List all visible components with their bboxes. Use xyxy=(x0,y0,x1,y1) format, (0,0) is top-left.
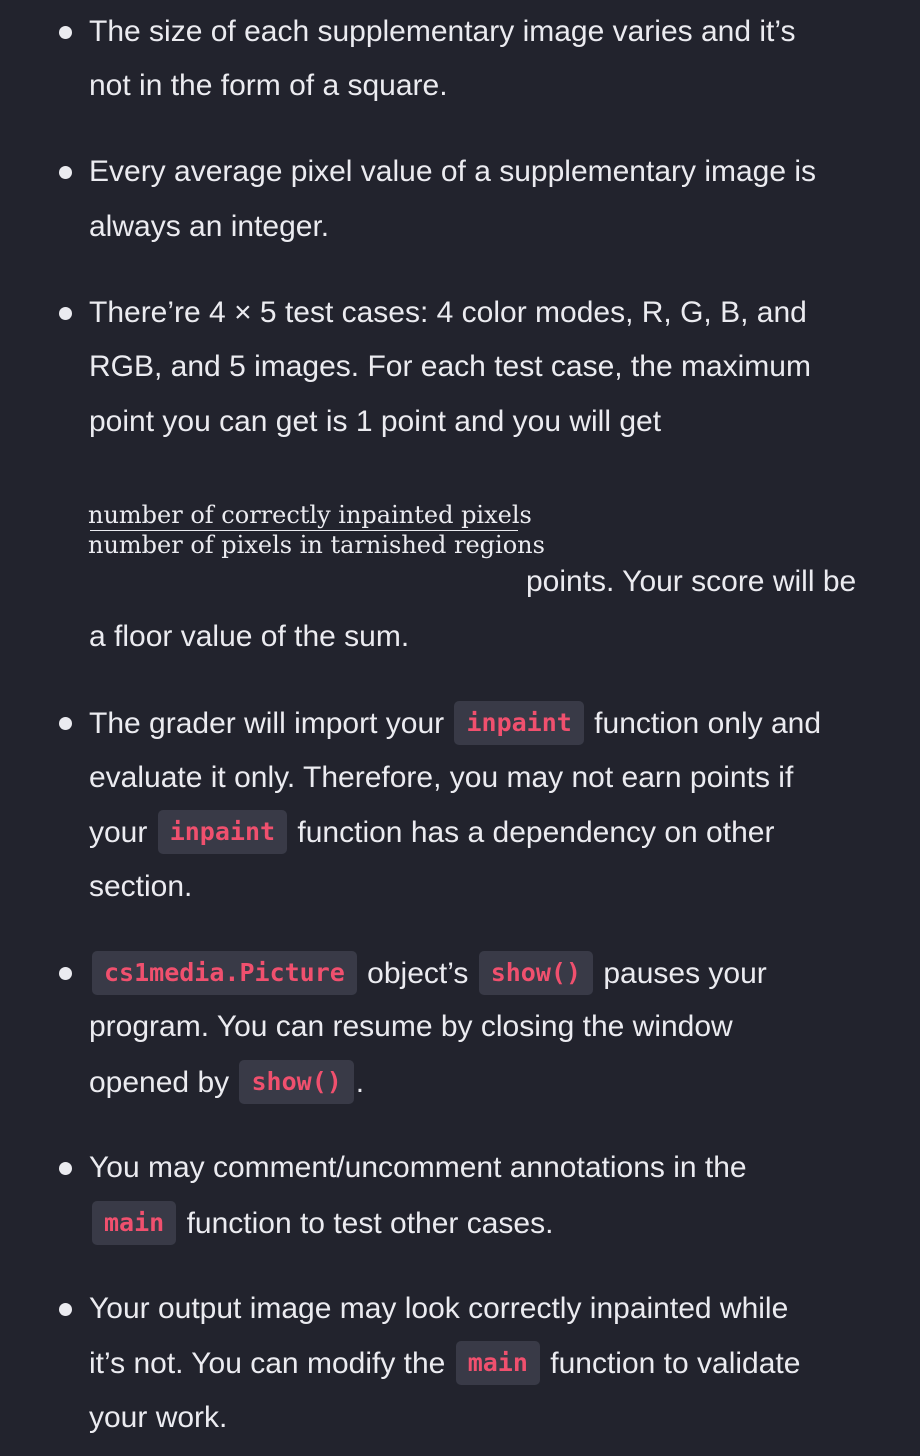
note-text: There’re 4 × 5 test cases: 4 color modes… xyxy=(89,296,807,329)
note-line: main function to test other cases. xyxy=(90,1201,554,1245)
note-text: it’s not. You can modify the xyxy=(89,1346,446,1380)
note-text: RGB, and 5 images. For each test case, t… xyxy=(89,350,811,383)
code-show: show() xyxy=(478,951,594,995)
note-text: . xyxy=(355,1065,365,1099)
code-inpaint: inpaint xyxy=(157,810,288,854)
note-text: always an integer. xyxy=(89,210,330,243)
note-text: The size of each supplementary image var… xyxy=(89,15,796,48)
note-line: it’s not. You can modify the main functi… xyxy=(89,1341,801,1385)
note-text: object’s xyxy=(367,956,469,990)
note-text: function only and xyxy=(594,706,822,740)
note-text: pauses your xyxy=(603,956,767,990)
note-text: Every average pixel value of a supplemen… xyxy=(89,155,817,188)
note-line: The grader will import your inpaint func… xyxy=(89,701,822,745)
bullet-icon xyxy=(59,1162,72,1175)
note-text: evaluate it only. Therefore, you may not… xyxy=(89,761,794,794)
bullet-icon xyxy=(59,166,72,179)
code-inpaint: inpaint xyxy=(454,701,584,745)
note-text: section. xyxy=(89,870,193,903)
note-text: The grader will import your xyxy=(89,706,445,740)
note-text: program. You can resume by closing the w… xyxy=(89,1010,733,1043)
note-text: a floor value of the sum. xyxy=(89,620,410,653)
note-text: function to test other cases. xyxy=(186,1206,554,1240)
note-text: Your output image may look correctly inp… xyxy=(89,1292,789,1325)
fraction-numerator: number of correctly inpainted pixels xyxy=(88,501,532,529)
notes-list: The size of each supplementary image var… xyxy=(0,0,920,1456)
note-text: function has a dependency on other xyxy=(297,815,775,849)
note-text: opened by xyxy=(89,1065,230,1099)
bullet-icon xyxy=(59,26,72,39)
bullet-icon xyxy=(59,967,72,980)
note-text: point you can get is 1 point and you wil… xyxy=(89,405,662,438)
code-cs1media-picture: cs1media.Picture xyxy=(92,951,357,995)
bullet-icon xyxy=(59,717,72,730)
note-text: not in the form of a square. xyxy=(89,69,448,102)
note-text: function to validate xyxy=(550,1346,801,1380)
note-text: your xyxy=(89,815,148,849)
note-text: your work. xyxy=(89,1401,228,1434)
note-line: your inpaint function has a dependency o… xyxy=(89,810,775,854)
bullet-icon xyxy=(59,307,72,320)
fraction-denominator: number of pixels in tarnished regions xyxy=(88,531,545,559)
note-text: You may comment/uncomment annotations in… xyxy=(89,1151,747,1184)
bullet-icon xyxy=(59,1303,72,1316)
note-line: cs1media.Picture object’s show() pauses … xyxy=(90,951,767,995)
code-main: main xyxy=(455,1341,540,1385)
note-text: points. Your score will be xyxy=(526,565,857,598)
score-fraction: number of correctly inpainted pixels num… xyxy=(88,500,545,559)
code-main: main xyxy=(92,1201,177,1245)
code-show: show() xyxy=(239,1060,354,1104)
note-line: opened by show(). xyxy=(89,1060,365,1104)
